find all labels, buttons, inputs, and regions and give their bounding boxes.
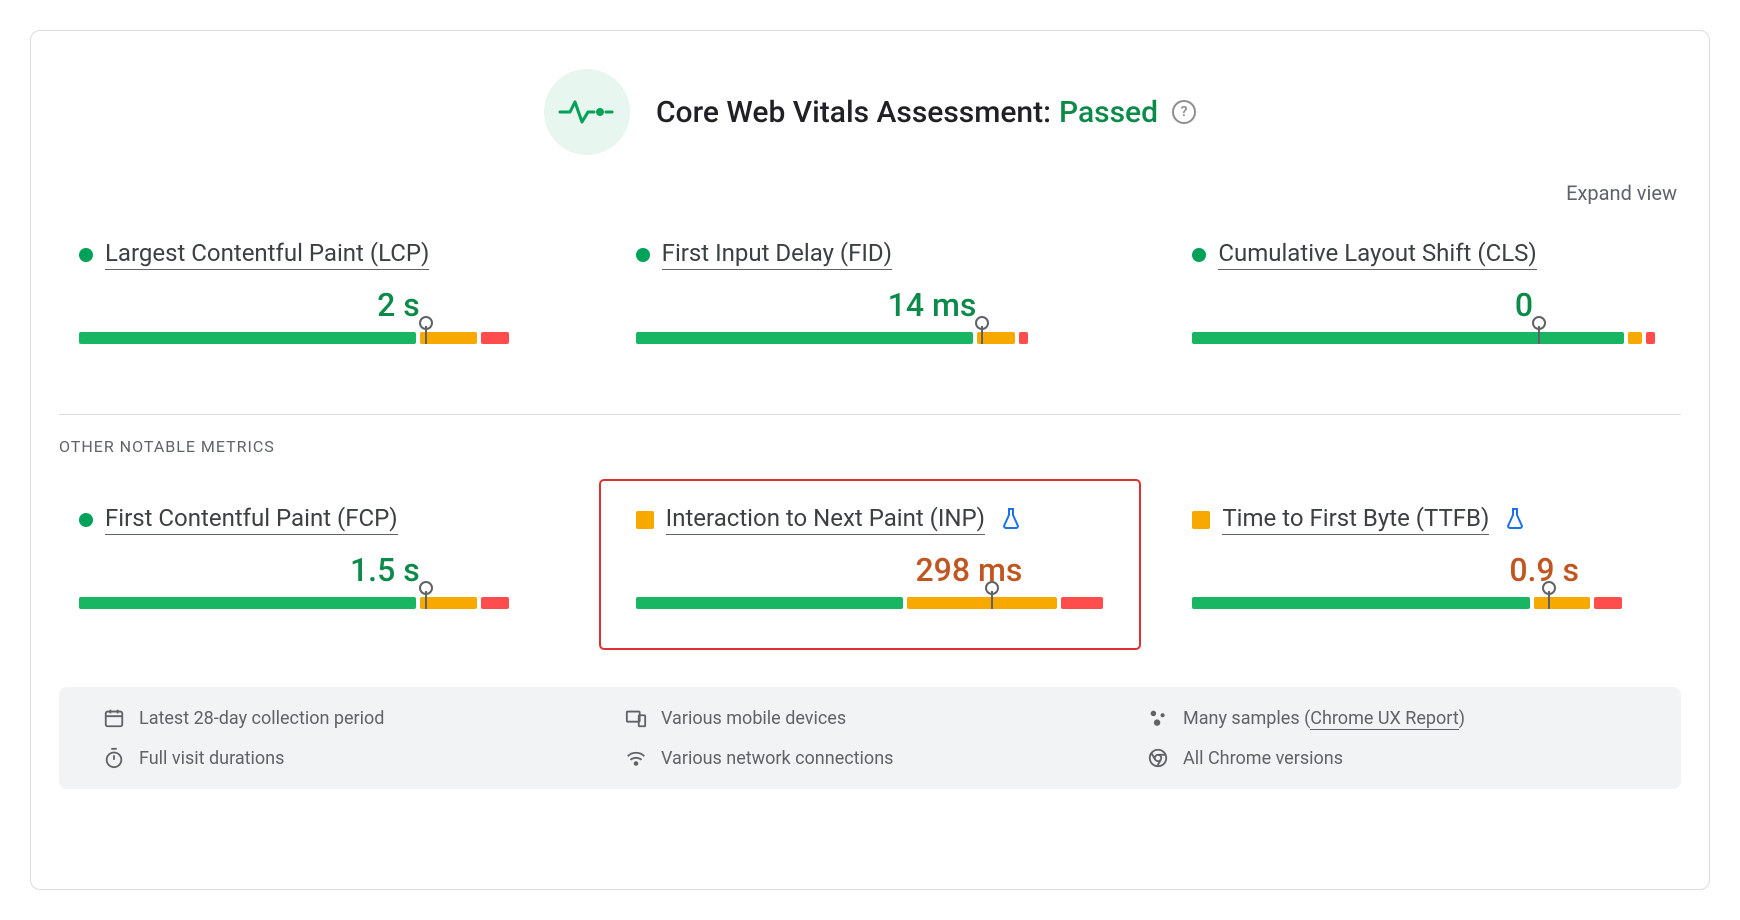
metric-ttfb-distribution <box>1192 597 1661 609</box>
status-dot-icon <box>79 248 93 262</box>
metric-fcp: First Contentful Paint (FCP) 1.5 s <box>59 490 568 631</box>
metric-ttfb-title[interactable]: Time to First Byte (TTFB) <box>1222 504 1489 535</box>
dist-seg-amber <box>1628 332 1642 344</box>
calendar-icon <box>103 707 125 729</box>
metric-fid-distribution <box>636 332 1105 344</box>
dist-seg-green <box>636 332 973 344</box>
assessment-header: Core Web Vitals Assessment: Passed ? <box>59 69 1681 155</box>
metric-inp: Interaction to Next Paint (INP) 298 ms <box>600 480 1141 649</box>
dist-seg-red <box>481 332 509 344</box>
flask-icon <box>1001 507 1021 533</box>
samples-icon <box>1147 707 1169 729</box>
metric-fid: First Input Delay (FID) 14 ms <box>616 225 1125 366</box>
dist-seg-green <box>79 597 416 609</box>
dist-seg-red <box>1061 597 1103 609</box>
status-square-icon <box>636 511 654 529</box>
metric-fcp-distribution <box>79 597 548 609</box>
dist-seg-red <box>1594 597 1622 609</box>
metric-fid-title[interactable]: First Input Delay (FID) <box>662 239 892 270</box>
assessment-title: Core Web Vitals Assessment: Passed ? <box>656 95 1196 130</box>
info-samples: Many samples (Chrome UX Report) <box>1147 707 1637 729</box>
stopwatch-icon <box>103 747 125 769</box>
status-dot-icon <box>1192 248 1206 262</box>
dist-seg-red <box>481 597 509 609</box>
core-metrics-row: Largest Contentful Paint (LCP) 2 s First… <box>59 225 1681 366</box>
metric-cls-title[interactable]: Cumulative Layout Shift (CLS) <box>1218 239 1536 270</box>
dist-marker-icon <box>974 316 990 344</box>
info-period-text: Latest 28-day collection period <box>139 708 384 729</box>
info-devices-text: Various mobile devices <box>661 708 846 729</box>
dist-marker-icon <box>1531 316 1547 344</box>
info-network: Various network connections <box>625 747 1115 769</box>
metric-fcp-title[interactable]: First Contentful Paint (FCP) <box>105 504 398 535</box>
metric-cls-distribution <box>1192 332 1661 344</box>
info-devices: Various mobile devices <box>625 707 1115 729</box>
info-versions-text: All Chrome versions <box>1183 748 1343 769</box>
core-web-vitals-panel: Core Web Vitals Assessment: Passed ? Exp… <box>30 30 1710 890</box>
expand-view-link[interactable]: Expand view <box>1566 181 1677 205</box>
dist-seg-green <box>1192 597 1529 609</box>
dist-marker-icon <box>418 316 434 344</box>
status-square-icon <box>1192 511 1210 529</box>
network-icon <box>625 747 647 769</box>
dist-seg-red <box>1646 332 1655 344</box>
dist-marker-icon <box>984 581 1000 609</box>
pulse-icon <box>544 69 630 155</box>
info-durations: Full visit durations <box>103 747 593 769</box>
status-dot-icon <box>636 248 650 262</box>
metric-inp-title[interactable]: Interaction to Next Paint (INP) <box>666 504 985 535</box>
chrome-icon <box>1147 747 1169 769</box>
info-durations-text: Full visit durations <box>139 748 284 769</box>
dist-seg-red <box>1019 332 1028 344</box>
assessment-title-prefix: Core Web Vitals Assessment: <box>656 95 1051 130</box>
metric-cls: Cumulative Layout Shift (CLS) 0 <box>1172 225 1681 366</box>
info-band: Latest 28-day collection period Various … <box>59 687 1681 789</box>
info-network-text: Various network connections <box>661 748 893 769</box>
help-icon[interactable]: ? <box>1172 100 1196 124</box>
section-divider <box>59 414 1681 415</box>
metric-fcp-value: 1.5 s <box>350 551 420 589</box>
metric-fid-value: 14 ms <box>888 286 977 324</box>
flask-icon <box>1505 507 1525 533</box>
dist-seg-green <box>636 597 903 609</box>
metric-lcp-distribution <box>79 332 548 344</box>
info-versions: All Chrome versions <box>1147 747 1637 769</box>
info-period: Latest 28-day collection period <box>103 707 593 729</box>
status-dot-icon <box>79 513 93 527</box>
other-metrics-label: OTHER NOTABLE METRICS <box>59 437 1681 456</box>
assessment-status: Passed <box>1059 95 1158 130</box>
metric-inp-value: 298 ms <box>915 551 1022 589</box>
metric-lcp-title[interactable]: Largest Contentful Paint (LCP) <box>105 239 429 270</box>
dist-marker-icon <box>1541 581 1557 609</box>
devices-icon <box>625 707 647 729</box>
dist-marker-icon <box>418 581 434 609</box>
metric-ttfb: Time to First Byte (TTFB) 0.9 s <box>1172 490 1681 631</box>
chrome-ux-report-link[interactable]: Chrome UX Report <box>1310 708 1458 730</box>
dist-seg-green <box>79 332 416 344</box>
metric-lcp-value: 2 s <box>377 286 420 324</box>
dist-seg-green <box>1192 332 1623 344</box>
metric-inp-distribution <box>636 597 1105 609</box>
other-metrics-row: First Contentful Paint (FCP) 1.5 s Inter… <box>59 490 1681 631</box>
info-samples-text: Many samples (Chrome UX Report) <box>1183 708 1465 729</box>
dist-seg-amber <box>907 597 1057 609</box>
metric-lcp: Largest Contentful Paint (LCP) 2 s <box>59 225 568 366</box>
